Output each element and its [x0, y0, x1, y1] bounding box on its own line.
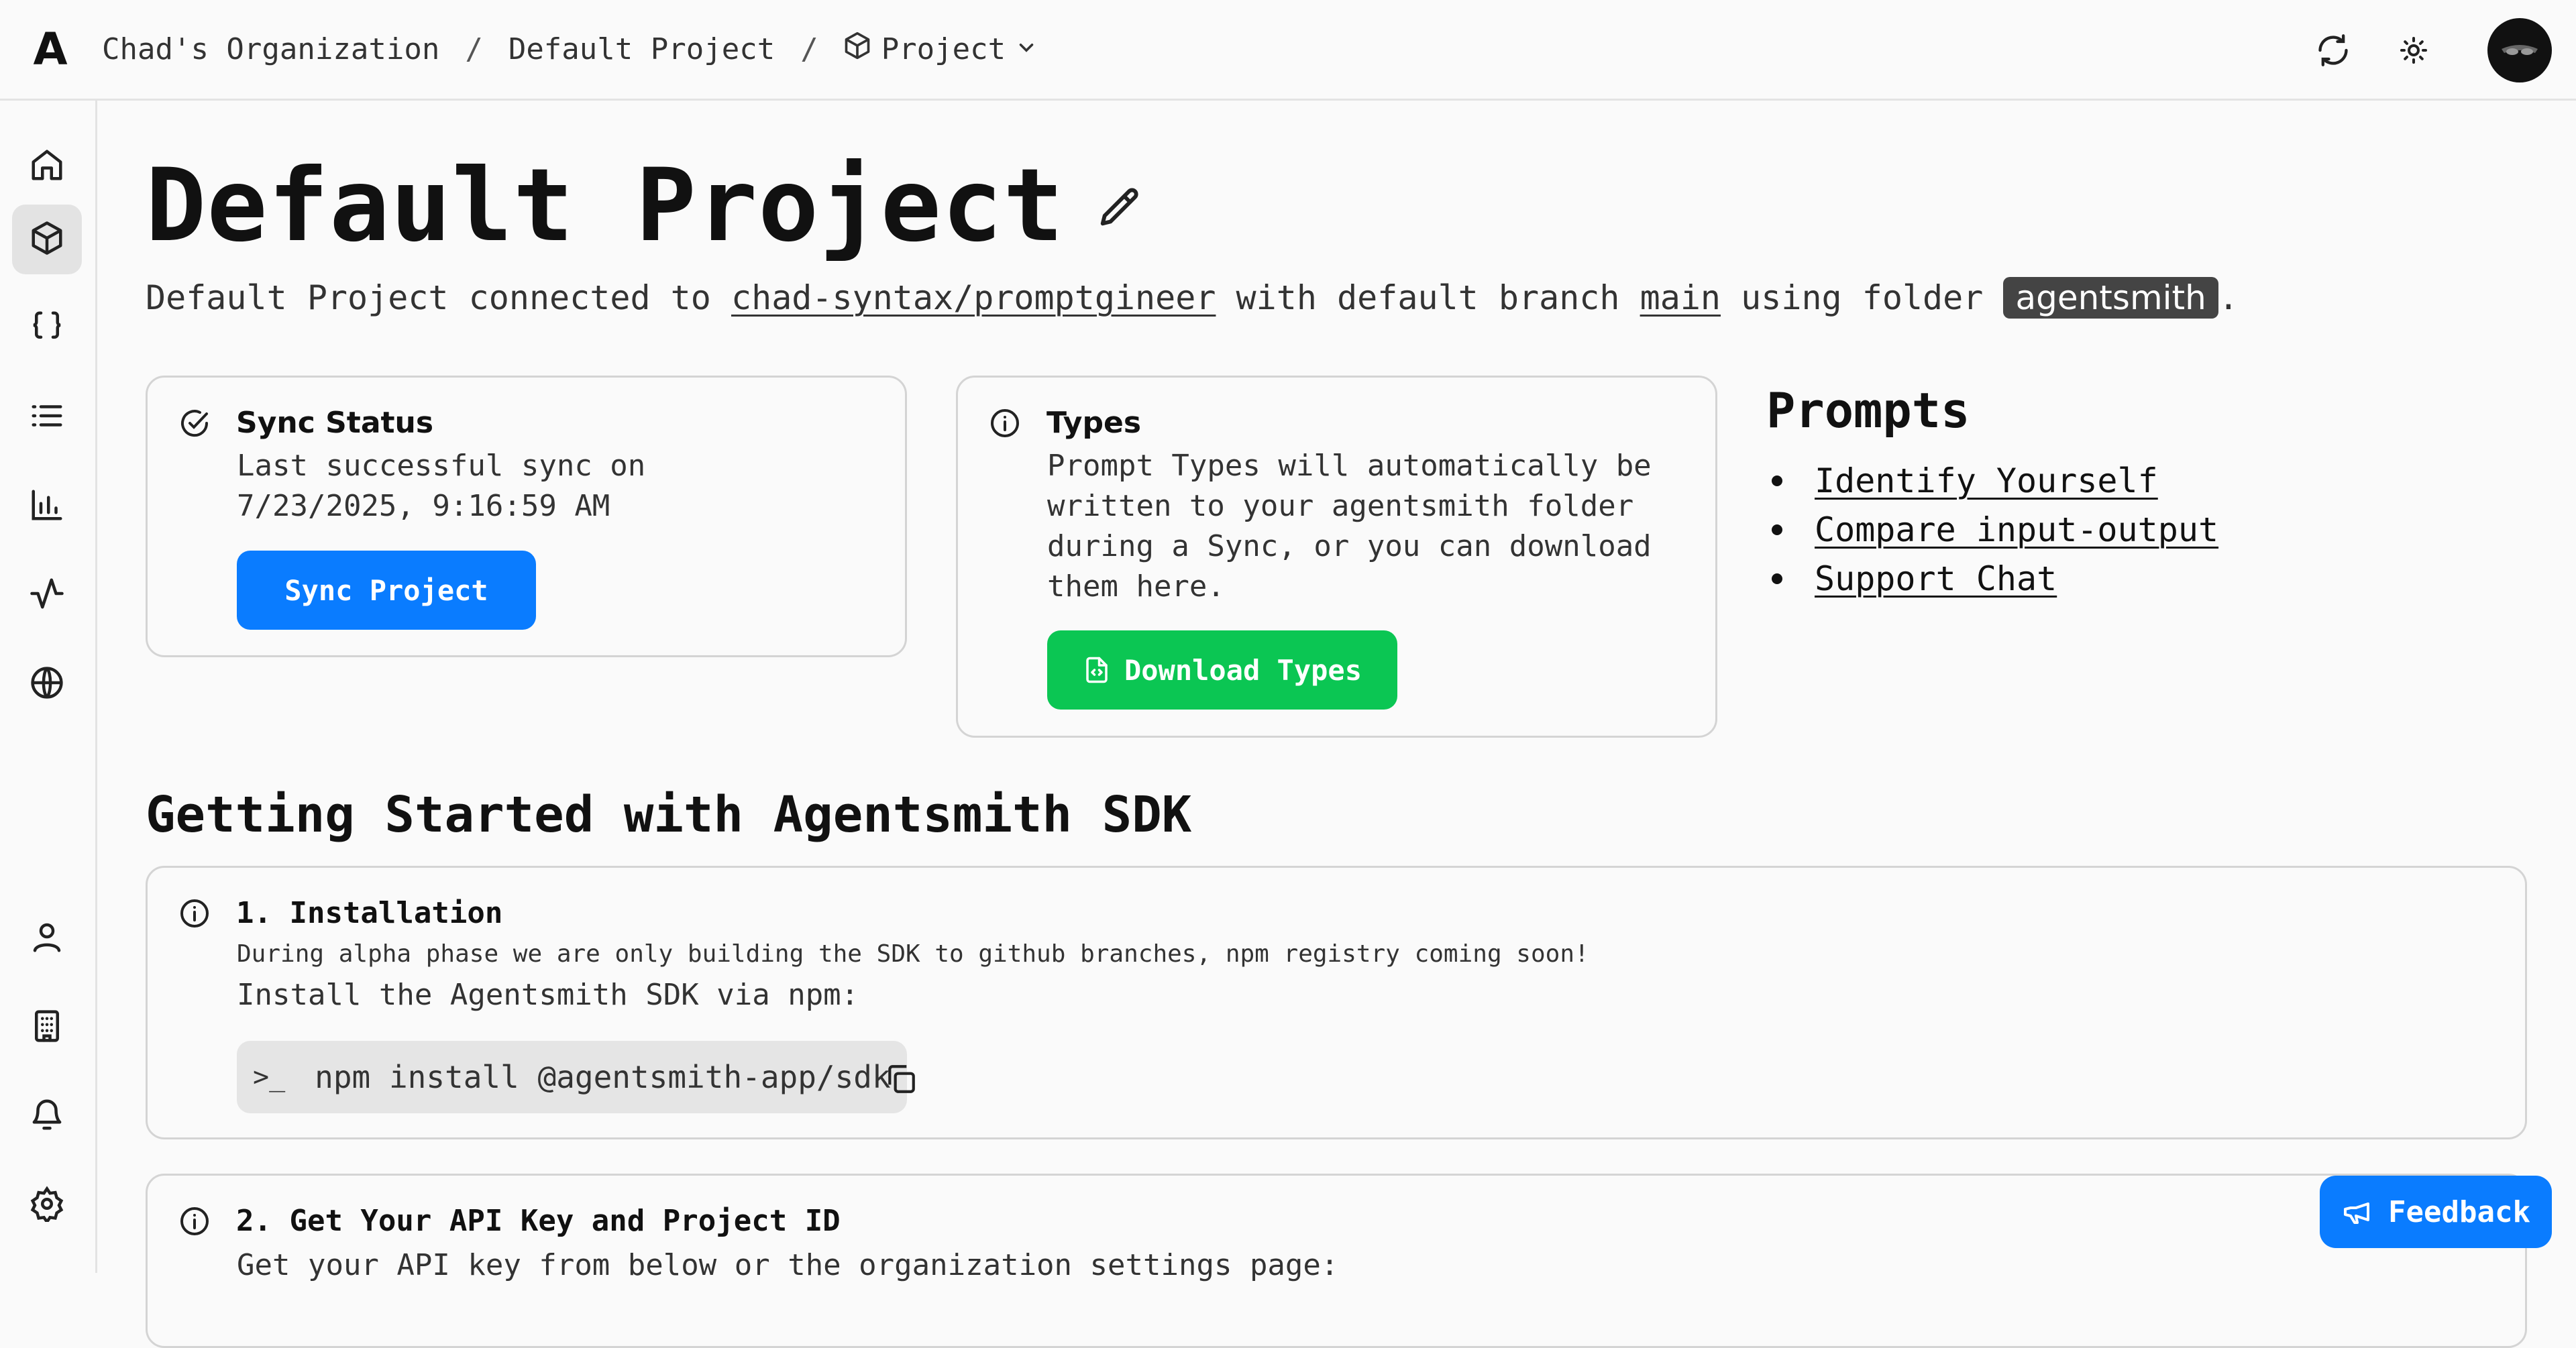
- cube-icon: [29, 220, 65, 259]
- refresh-icon[interactable]: [2313, 30, 2353, 70]
- breadcrumb-separator: /: [800, 32, 818, 66]
- installation-card: 1. Installation During alpha phase we ar…: [146, 866, 2527, 1139]
- description-text: using folder: [1721, 278, 2004, 317]
- breadcrumb-project[interactable]: Default Project: [507, 32, 776, 66]
- card-title: 1. Installation: [236, 896, 503, 930]
- alpha-note: During alpha phase we are only building …: [237, 940, 1589, 968]
- breadcrumb-current: Project: [881, 32, 1006, 66]
- copy-icon[interactable]: [884, 1062, 918, 1096]
- sidebar-item-organization[interactable]: [12, 993, 82, 1062]
- sidebar: [0, 101, 97, 1273]
- user-icon: [29, 919, 65, 958]
- sync-status-card: Sync Status Last successful sync on 7/23…: [146, 376, 907, 657]
- sidebar-item-metrics[interactable]: [12, 471, 82, 541]
- home-icon: [29, 147, 65, 186]
- card-title: 2. Get Your API Key and Project ID: [236, 1204, 841, 1238]
- feedback-button[interactable]: Feedback: [2320, 1176, 2552, 1248]
- bell-icon: [29, 1097, 65, 1135]
- info-icon: [178, 1205, 211, 1237]
- bullet: [1772, 573, 1782, 584]
- prompt-link[interactable]: Identify Yourself: [1815, 461, 2158, 500]
- prompt-link[interactable]: Compare input-output: [1815, 510, 2218, 549]
- breadcrumb-separator: /: [465, 32, 483, 66]
- gear-icon: [29, 1186, 65, 1225]
- folder-tag: agentsmith: [2003, 277, 2218, 319]
- top-bar: A Chad's Organization / Default Project …: [0, 0, 2576, 101]
- building-icon: [29, 1008, 65, 1047]
- breadcrumb-current-dropdown[interactable]: Project: [843, 31, 1038, 68]
- cube-icon: [843, 31, 872, 68]
- list-item: Support Chat: [1766, 554, 2218, 603]
- sidebar-item-home[interactable]: [12, 131, 82, 201]
- download-types-button[interactable]: Download Types: [1047, 630, 1397, 710]
- install-text: Install the Agentsmith SDK via npm:: [237, 978, 859, 1012]
- chevron-down-icon: [1015, 32, 1038, 66]
- types-text-line: them here.: [1047, 569, 1225, 604]
- sidebar-item-activity[interactable]: [12, 560, 82, 630]
- sync-text: Last successful sync on: [237, 449, 646, 483]
- file-code-icon: [1083, 656, 1111, 684]
- sidebar-item-list[interactable]: [12, 382, 82, 452]
- prompts-title: Prompts: [1766, 382, 1970, 439]
- sun-icon[interactable]: [2394, 30, 2434, 70]
- sync-project-button[interactable]: Sync Project: [237, 551, 536, 630]
- info-icon: [989, 407, 1021, 439]
- sidebar-item-settings[interactable]: [12, 1170, 82, 1240]
- bullet: [1772, 475, 1782, 486]
- description-text: .: [2218, 278, 2239, 317]
- check-circle-icon: [178, 407, 211, 439]
- page-title: Default Project: [146, 148, 1065, 264]
- megaphone-icon: [2341, 1196, 2373, 1228]
- sidebar-item-prompts[interactable]: [12, 293, 82, 363]
- activity-icon: [29, 575, 65, 614]
- info-icon: [178, 897, 211, 930]
- feedback-label: Feedback: [2388, 1194, 2530, 1229]
- install-command-text: npm install @agentsmith-app/sdk: [315, 1059, 891, 1095]
- list-item: Identify Yourself: [1766, 456, 2218, 505]
- project-description: Default Project connected to chad-syntax…: [146, 277, 2239, 319]
- download-types-label: Download Types: [1124, 653, 1362, 687]
- sidebar-item-globe[interactable]: [12, 649, 82, 719]
- description-text: Default Project connected to: [146, 278, 731, 317]
- pencil-icon[interactable]: [1097, 184, 1144, 234]
- types-card: Types Prompt Types will automatically be…: [956, 376, 1717, 738]
- card-title: Types: [1046, 406, 1142, 440]
- bullet: [1772, 524, 1782, 535]
- app-logo[interactable]: A: [0, 23, 101, 75]
- branch-link[interactable]: main: [1640, 278, 1721, 317]
- sync-timestamp: 7/23/2025, 9:16:59 AM: [237, 489, 610, 523]
- api-key-card: 2. Get Your API Key and Project ID Get y…: [146, 1174, 2527, 1348]
- getting-started-title: Getting Started with Agentsmith SDK: [146, 786, 1192, 844]
- types-text-line: during a Sync, or you can download: [1047, 529, 1652, 563]
- prompt-link[interactable]: Support Chat: [1815, 559, 2057, 598]
- braces-icon: [29, 308, 65, 347]
- breadcrumb: Chad's Organization / Default Project / …: [101, 31, 1038, 68]
- types-text-line: written to your agentsmith folder: [1047, 489, 1634, 523]
- card-title: Sync Status: [236, 406, 434, 440]
- sidebar-item-project[interactable]: [12, 205, 82, 274]
- sidebar-item-account[interactable]: [12, 903, 82, 973]
- prompts-list: Identify Yourself Compare input-output S…: [1766, 456, 2218, 603]
- api-key-text: Get your API key from below or the organ…: [237, 1248, 1339, 1282]
- list-icon: [29, 398, 65, 437]
- avatar[interactable]: [2487, 18, 2552, 82]
- install-command[interactable]: >_ npm install @agentsmith-app/sdk: [237, 1041, 907, 1113]
- description-text: with default branch: [1216, 278, 1640, 317]
- globe-icon: [29, 665, 65, 704]
- repo-link[interactable]: chad-syntax/promptgineer: [731, 278, 1216, 317]
- bar-chart-icon: [29, 487, 65, 526]
- types-text-line: Prompt Types will automatically be: [1047, 449, 1652, 483]
- terminal-icon: >_: [253, 1062, 286, 1092]
- sidebar-item-notifications[interactable]: [12, 1081, 82, 1151]
- list-item: Compare input-output: [1766, 505, 2218, 554]
- breadcrumb-org[interactable]: Chad's Organization: [101, 32, 441, 66]
